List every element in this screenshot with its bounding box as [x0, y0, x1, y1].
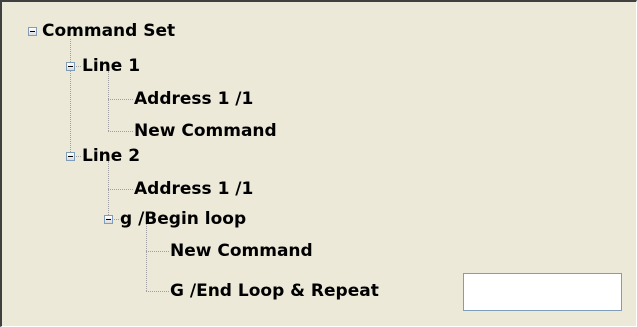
inline-edit-field[interactable] [463, 273, 622, 311]
tree-connector-line [108, 189, 133, 190]
tree-node-address[interactable]: Address 1 /1 [134, 88, 253, 110]
tree-connector-line [146, 224, 147, 291]
tree-connector-line [146, 291, 169, 292]
collapse-icon[interactable] [66, 62, 75, 71]
command-tree[interactable]: Command Set Line 1 Address 1 /1 New Comm… [0, 0, 637, 327]
tree-node-command-set[interactable]: Command Set [42, 20, 175, 42]
collapse-icon[interactable] [28, 27, 37, 36]
tree-connector-line [146, 251, 169, 252]
tree-connector-line [108, 131, 133, 132]
tree-node-begin-loop[interactable]: g /Begin loop [120, 208, 246, 230]
collapse-icon[interactable] [104, 215, 113, 224]
tree-connector-line [108, 99, 133, 100]
tree-connector-line [70, 39, 71, 156]
tree-connector-line [108, 71, 109, 131]
tree-node-line-2[interactable]: Line 2 [82, 145, 140, 167]
tree-node-line-1[interactable]: Line 1 [82, 55, 140, 77]
tree-connector-line [108, 161, 109, 219]
tree-node-address[interactable]: Address 1 /1 [134, 178, 253, 200]
tree-node-new-command[interactable]: New Command [170, 240, 313, 262]
collapse-icon[interactable] [66, 152, 75, 161]
tree-node-new-command[interactable]: New Command [134, 120, 277, 142]
tree-node-end-loop-repeat[interactable]: G /End Loop & Repeat [170, 280, 379, 302]
